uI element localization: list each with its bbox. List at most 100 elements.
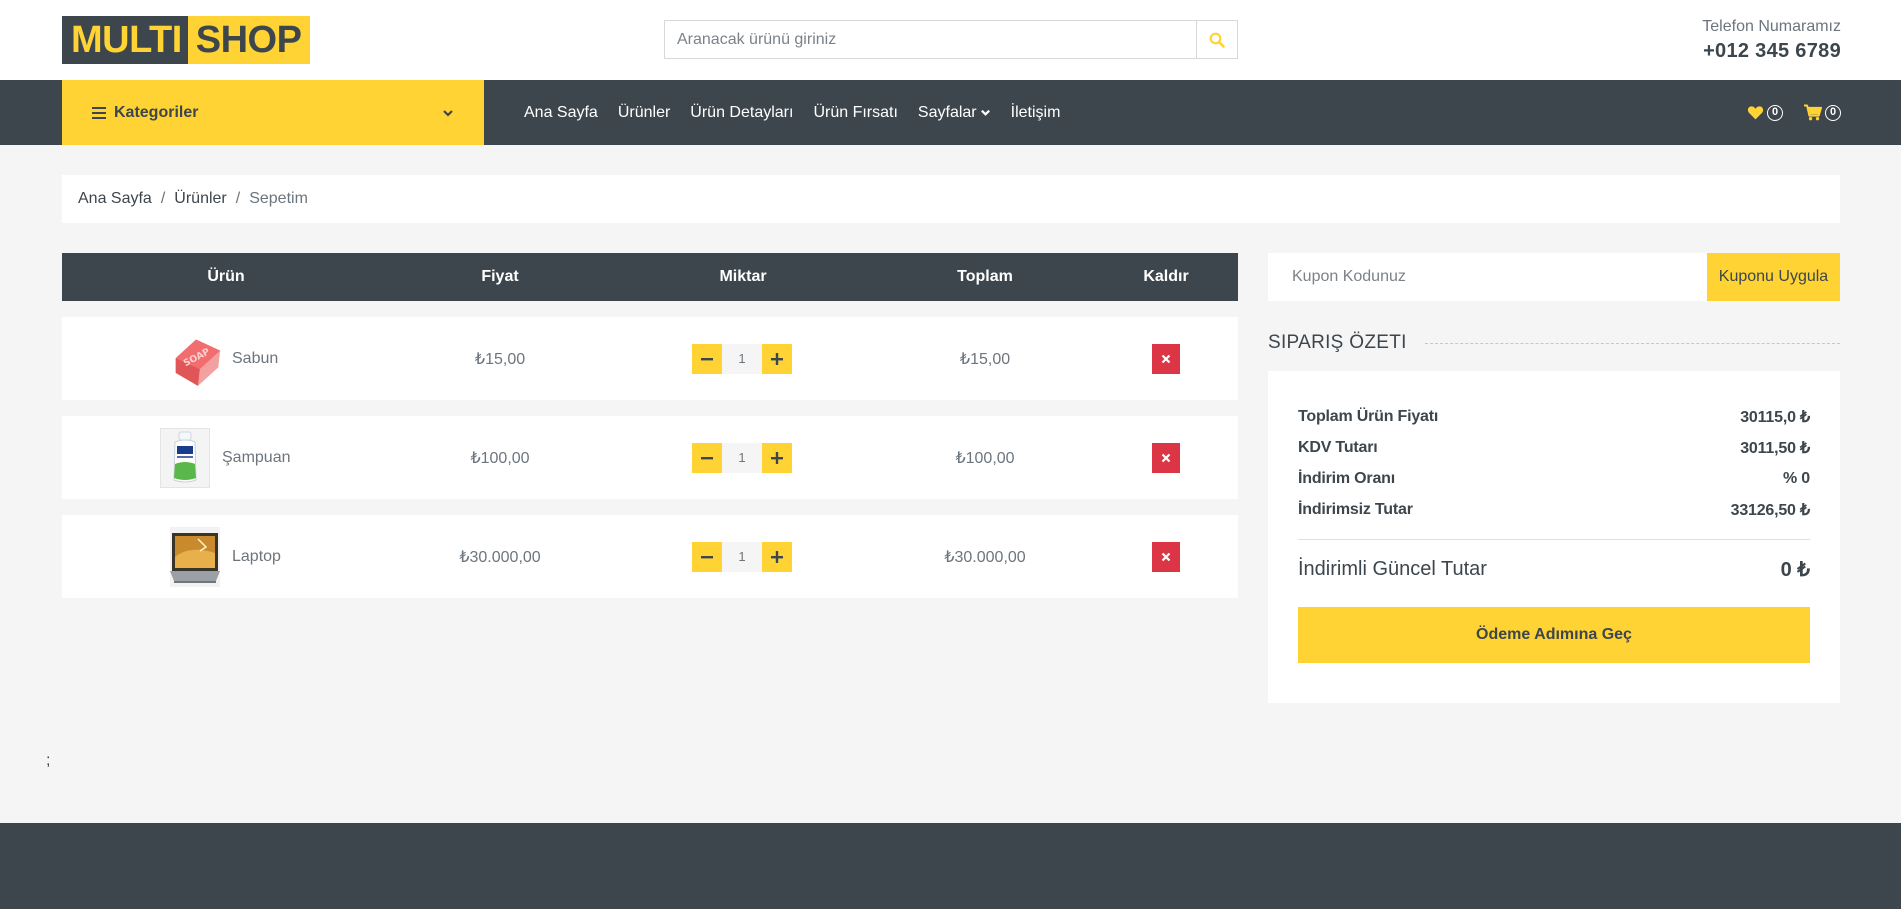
cart-table-header: Ürün Fiyat Miktar Toplam Kaldır [62,253,1238,301]
column-header-total: Toplam [957,268,1013,285]
remove-cell [1152,416,1180,499]
menu-icon [92,106,106,119]
product-total: ₺15,00 [959,350,1011,368]
cart-count: 0 [1825,104,1841,121]
summary-total: İndirimli Güncel Tutar 0 ₺ [1298,554,1810,584]
quantity-input[interactable]: 1 [722,343,762,374]
nav-link-product-details[interactable]: Ürün Detayları [690,104,793,122]
summary-total-label: İndirimli Güncel Tutar [1298,557,1487,580]
apply-coupon-button[interactable]: Kuponu Uygula [1707,253,1840,301]
nav-link-product-deals[interactable]: Ürün Fırsatı [813,104,897,122]
breadcrumb-products[interactable]: Ürünler [174,190,226,208]
quantity-input[interactable]: 1 [722,442,762,473]
soap-image: SOAP [172,329,222,389]
table-row: SOAP Sabun ₺15,00 1 ₺15,00 [62,317,1238,400]
logo[interactable]: MULTI SHOP [62,16,311,64]
quantity-stepper: 1 [692,317,792,400]
close-icon [1161,354,1171,363]
main-navbar: Kategoriler Ana Sayfa Ürünler Ürün Detay… [0,80,1901,145]
summary-value: % 0 [1783,469,1810,487]
nav-link-pages[interactable]: Sayfalar [918,104,991,122]
product-name[interactable]: Sabun [232,350,278,368]
logo-part-1: MULTI [62,16,188,64]
remove-cell [1152,515,1180,598]
minus-icon [701,555,713,558]
coupon-input[interactable] [1268,253,1707,301]
checkout-button[interactable]: Ödeme Adımına Geç [1298,607,1810,663]
top-bar: MULTI SHOP Telefon Numaramız +012 345 67… [0,0,1901,80]
decrease-quantity-button[interactable] [692,343,722,374]
summary-label: Toplam Ürün Fiyatı [1298,407,1439,425]
summary-heading: SIPARIŞ ÖZETI [1268,332,1425,354]
quantity-input[interactable]: 1 [722,541,762,572]
stray-text: ; [46,752,51,769]
increase-quantity-button[interactable] [762,442,792,473]
search-icon [1209,32,1225,48]
summary-total-value: 0 ₺ [1780,558,1810,581]
order-summary: Toplam Ürün Fiyatı 30115,0 ₺ KDV Tutarı … [1268,371,1840,703]
increase-quantity-button[interactable] [762,343,792,374]
product-price: ₺15,00 [474,350,526,368]
increase-quantity-button[interactable] [762,541,792,572]
quantity-stepper: 1 [692,416,792,499]
chevron-down-icon [980,109,990,116]
summary-line-discount-rate: İndirim Oranı % 0 [1298,463,1810,494]
summary-line-subtotal: Toplam Ürün Fiyatı 30115,0 ₺ [1298,401,1810,432]
product-name[interactable]: Laptop [232,548,281,566]
nav-link-contact[interactable]: İletişim [1011,104,1061,122]
contact-phone: Telefon Numaramız +012 345 6789 [1702,18,1841,63]
categories-dropdown[interactable]: Kategoriler [62,80,484,145]
plus-icon [771,352,783,365]
product-name[interactable]: Şampuan [222,449,291,467]
summary-value: 33126,50 ₺ [1730,501,1811,519]
nav-link-pages-label: Sayfalar [917,103,977,121]
plus-icon [771,550,783,563]
remove-item-button[interactable] [1152,442,1180,473]
remove-cell [1152,317,1180,400]
column-header-quantity: Miktar [719,268,767,285]
nav-icons: 0 0 [1747,80,1841,145]
summary-value: 30115,0 ₺ [1740,408,1810,426]
breadcrumb-separator: / [235,190,241,207]
coupon-form: Kuponu Uygula [1268,253,1840,301]
wishlist-button[interactable]: 0 [1747,104,1783,121]
nav-link-home[interactable]: Ana Sayfa [524,104,598,122]
phone-label: Telefon Numaramız [1702,18,1841,35]
wishlist-count: 0 [1767,104,1783,121]
plus-icon [771,451,783,464]
minus-icon [701,456,713,459]
remove-item-button[interactable] [1152,343,1180,374]
dashed-divider [1424,342,1840,344]
logo-part-2: SHOP [187,16,311,64]
remove-item-button[interactable] [1152,541,1180,572]
chevron-down-icon [443,109,453,117]
table-row: Şampuan ₺100,00 1 ₺100,00 [62,416,1238,499]
summary-label: İndirim Oranı [1298,469,1395,487]
product-total: ₺100,00 [955,449,1015,467]
summary-divider [1298,539,1810,540]
column-header-product: Ürün [207,268,245,285]
breadcrumb-home[interactable]: Ana Sayfa [78,190,152,208]
quantity-stepper: 1 [692,515,792,598]
cart-button[interactable]: 0 [1803,104,1841,121]
search-bar [664,20,1238,59]
breadcrumb-separator: / [160,190,166,207]
summary-title: SIPARIŞ ÖZETI [1268,330,1840,356]
decrease-quantity-button[interactable] [692,541,722,572]
shopping-cart-icon [1804,104,1822,121]
nav-link-products[interactable]: Ürünler [618,104,670,122]
table-row: Laptop ₺30.000,00 1 ₺30.000,00 [62,515,1238,598]
product-cell: Şampuan [160,416,291,499]
product-price: ₺30.000,00 [459,548,541,566]
shampoo-image [160,427,210,488]
summary-label: KDV Tutarı [1298,438,1378,456]
product-price: ₺100,00 [470,449,530,467]
decrease-quantity-button[interactable] [692,442,722,473]
search-input[interactable] [665,21,1196,58]
footer [0,823,1901,909]
categories-label: Kategoriler [114,103,199,121]
summary-label: İndirimsiz Tutar [1298,500,1413,518]
summary-line-vat: KDV Tutarı 3011,50 ₺ [1298,432,1810,463]
close-icon [1161,552,1171,561]
search-button[interactable] [1196,21,1237,58]
